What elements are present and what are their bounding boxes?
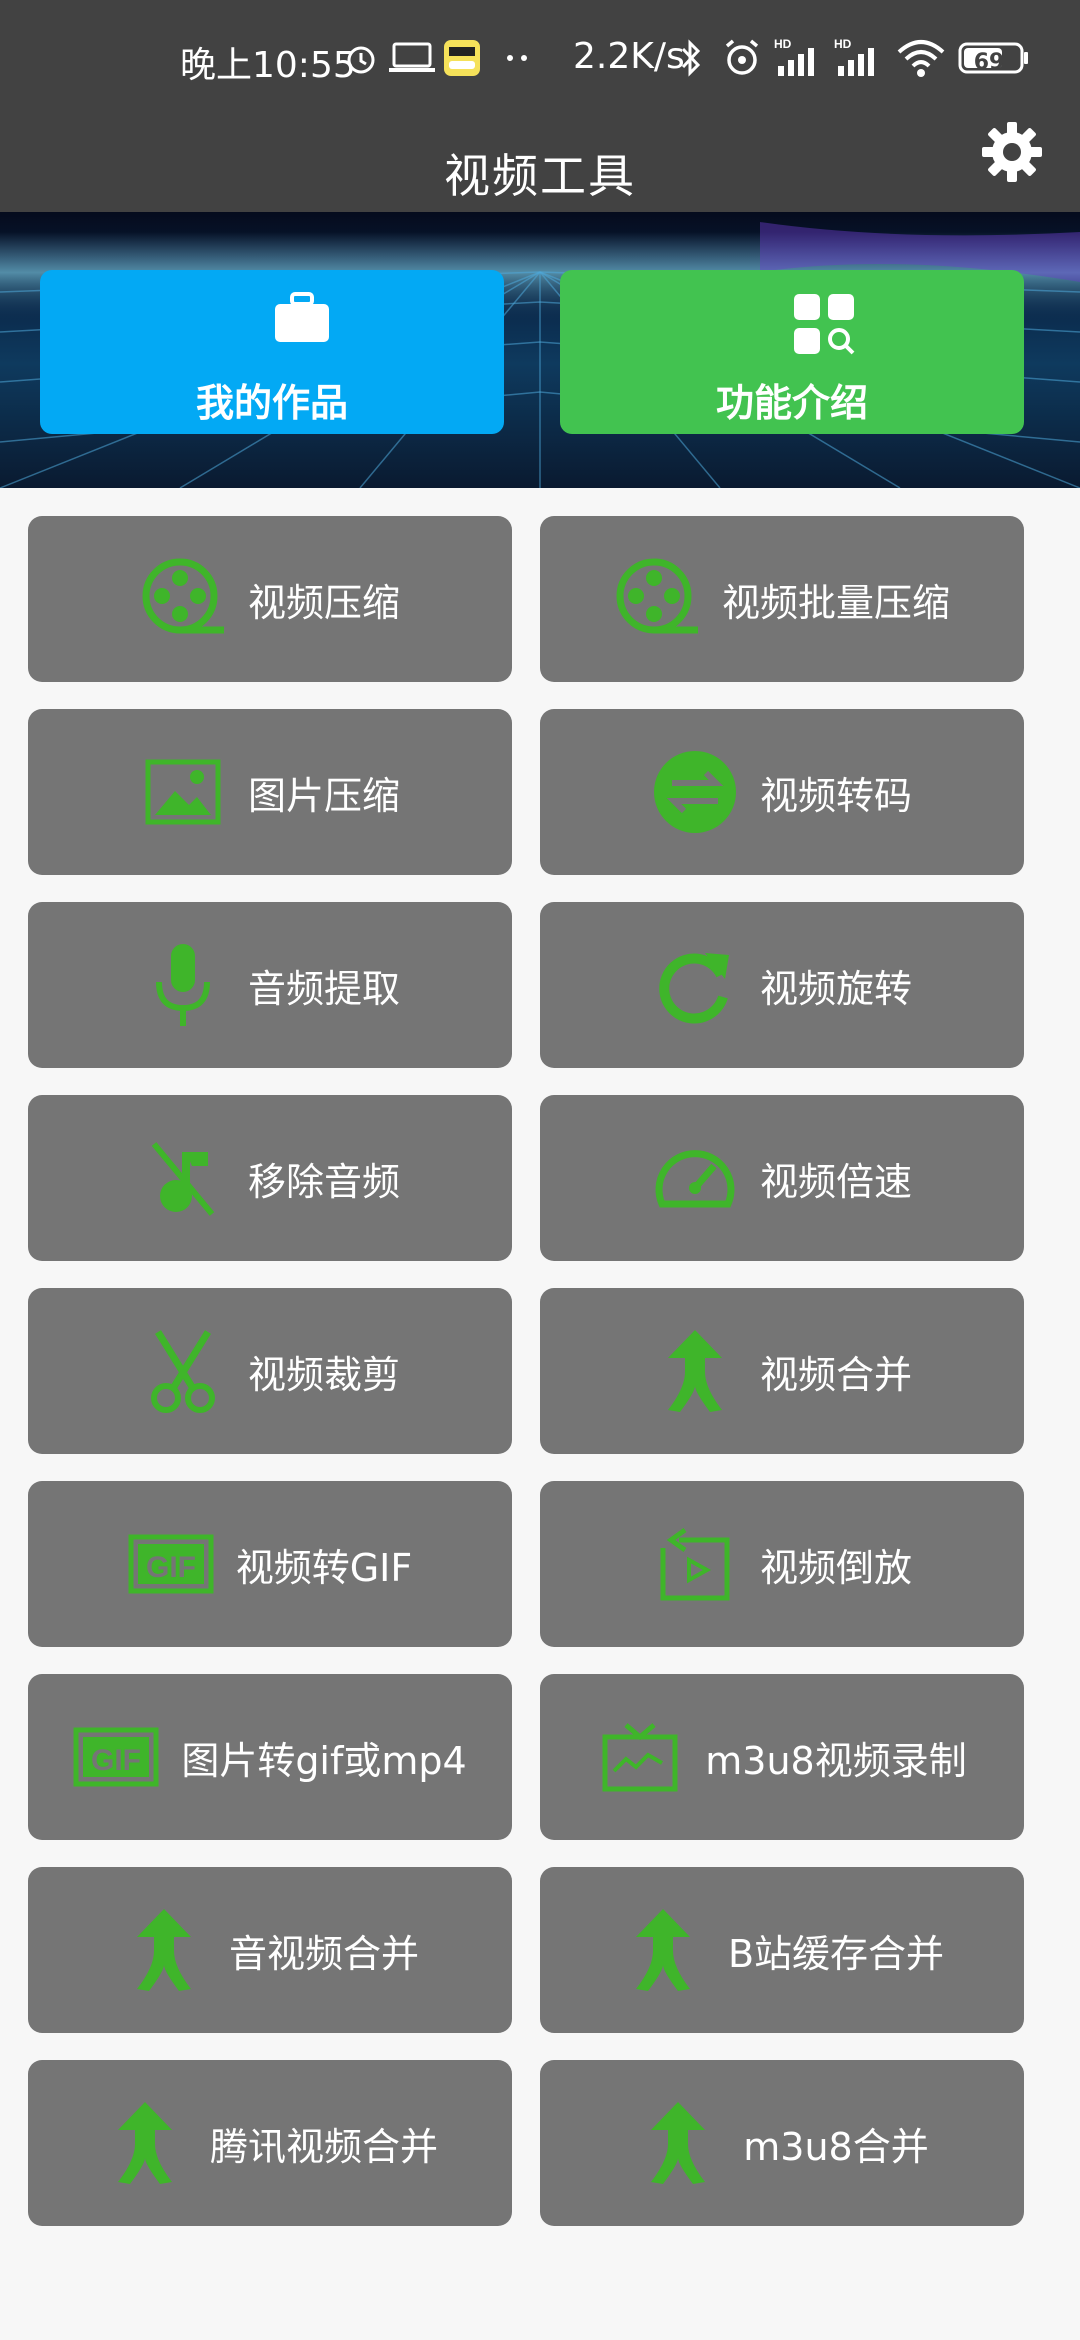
tool-tile-label: 音频提取 <box>247 966 400 1011</box>
tool-tile-label: m3u8视频录制 <box>705 1738 967 1783</box>
laptop-icon <box>388 36 436 80</box>
tool-tile-label: 视频倍速 <box>759 1159 912 1204</box>
image-icon <box>140 749 226 835</box>
signal-hd-2-icon: HD <box>834 36 886 80</box>
tool-tile[interactable]: 音频提取 <box>28 902 512 1068</box>
merge-icon <box>620 1907 706 1993</box>
svg-text:GIF: GIF <box>91 1744 141 1777</box>
tool-tile[interactable]: 视频转码 <box>540 709 1024 875</box>
merge-icon <box>635 2100 721 2186</box>
tool-tile[interactable]: B站缓存合并 <box>540 1867 1024 2033</box>
tool-tile[interactable]: 视频批量压缩 <box>540 516 1024 682</box>
svg-text:HD: HD <box>834 37 852 51</box>
status-time: 晚上10:55 <box>180 45 356 86</box>
tool-tile-label: 视频转GIF <box>235 1545 413 1590</box>
settings-button[interactable] <box>980 120 1044 184</box>
tool-tile[interactable]: GIF 视频转GIF <box>28 1481 512 1647</box>
tool-tile-label: 视频批量压缩 <box>721 580 950 625</box>
tool-tile-label: 图片转gif或mp4 <box>181 1738 467 1783</box>
tool-tile-label: 视频压缩 <box>247 580 400 625</box>
feature-intro-label: 功能介绍 <box>715 381 868 425</box>
tool-tile[interactable]: GIF 图片转gif或mp4 <box>28 1674 512 1840</box>
film-reel-icon <box>614 556 700 642</box>
tool-tile[interactable]: 视频压缩 <box>28 516 512 682</box>
header-banner: 我的作品 功能介绍 <box>0 212 1080 488</box>
tool-tile[interactable]: 视频倒放 <box>540 1481 1024 1647</box>
tool-tile[interactable]: 音视频合并 <box>28 1867 512 2033</box>
scissors-icon <box>140 1328 226 1414</box>
merge-icon <box>102 2100 188 2186</box>
tool-tile[interactable]: 视频倍速 <box>540 1095 1024 1261</box>
tool-tile-label: m3u8合并 <box>743 2124 929 2169</box>
rotate-icon <box>652 942 738 1028</box>
tool-tile-label: 音视频合并 <box>228 1931 419 1976</box>
film-reel-icon <box>140 556 226 642</box>
bluetooth-icon <box>680 36 702 80</box>
gear-icon <box>982 122 1042 182</box>
swap-arrows-icon <box>652 749 738 835</box>
app-notification-icon <box>443 36 481 80</box>
my-works-button[interactable]: 我的作品 <box>40 270 504 434</box>
microphone-icon <box>140 942 226 1028</box>
tool-tile-label: 腾讯视频合并 <box>209 2124 438 2169</box>
alarm-clock-icon <box>344 36 378 80</box>
tool-tile[interactable]: 图片压缩 <box>28 709 512 875</box>
gif-icon: GIF <box>128 1521 214 1607</box>
merge-icon <box>652 1328 738 1414</box>
tool-tile[interactable]: 移除音频 <box>28 1095 512 1261</box>
tool-tile-label: 视频合并 <box>759 1352 912 1397</box>
tool-tile-label: 视频倒放 <box>759 1545 912 1590</box>
signal-hd-1-icon: HD <box>774 36 826 80</box>
my-works-label: 我的作品 <box>195 381 348 425</box>
svg-text:GIF: GIF <box>146 1551 196 1584</box>
tool-tile[interactable]: 视频合并 <box>540 1288 1024 1454</box>
net-speed: 2.2K/s <box>573 36 685 77</box>
tv-icon <box>597 1714 683 1800</box>
tool-tile[interactable]: 视频旋转 <box>540 902 1024 1068</box>
gif-icon: GIF <box>73 1714 159 1800</box>
app-bar: 视频工具 <box>0 120 1080 212</box>
tool-tile[interactable]: m3u8合并 <box>540 2060 1024 2226</box>
tool-tile-label: 视频裁剪 <box>247 1352 400 1397</box>
feature-intro-button[interactable]: 功能介绍 <box>560 270 1024 434</box>
alarm-icon <box>722 36 762 80</box>
tool-tile[interactable]: 视频裁剪 <box>28 1288 512 1454</box>
speedometer-icon <box>652 1135 738 1221</box>
tool-tile-label: 图片压缩 <box>247 773 400 818</box>
tool-tile[interactable]: m3u8视频录制 <box>540 1674 1024 1840</box>
status-bar: 晚上10:55 2.2K/s HD HD 69 <box>0 0 1080 120</box>
tool-tile-label: 视频旋转 <box>759 966 912 1011</box>
wifi-icon <box>896 36 946 80</box>
reverse-play-icon <box>652 1521 738 1607</box>
tool-tile-label: 移除音频 <box>247 1159 400 1204</box>
battery-level: 69 <box>973 49 1005 75</box>
tool-tile-label: B站缓存合并 <box>727 1931 945 1976</box>
page-title: 视频工具 <box>444 149 636 203</box>
more-dots-icon <box>506 36 530 80</box>
merge-icon <box>121 1907 207 1993</box>
music-off-icon <box>140 1135 226 1221</box>
tool-tile-label: 视频转码 <box>759 773 912 818</box>
svg-text:HD: HD <box>774 37 792 51</box>
tool-tile[interactable]: 腾讯视频合并 <box>28 2060 512 2226</box>
